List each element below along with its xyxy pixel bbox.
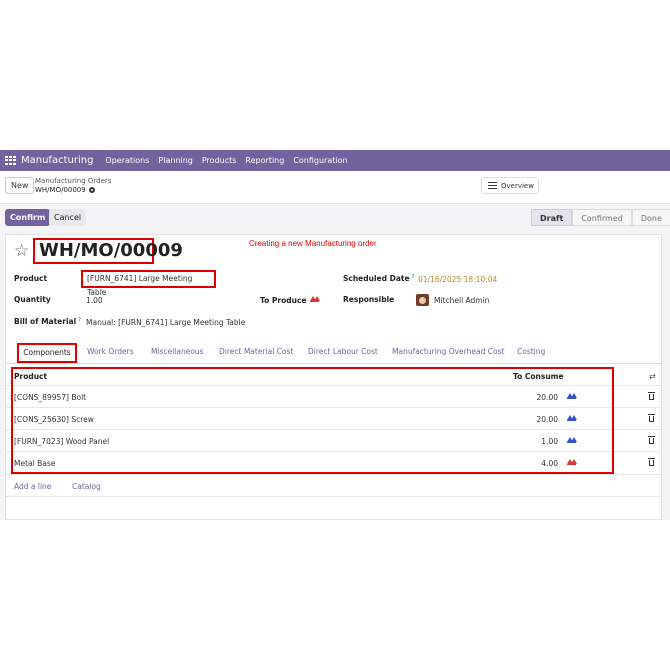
product-field[interactable]: [FURN_6741] Large Meeting Table — [81, 270, 216, 297]
stage-draft[interactable]: Draft — [531, 209, 573, 226]
tabs-divider — [6, 363, 661, 364]
status-bar: Draft Confirmed Done — [531, 209, 670, 226]
responsible-label: Responsible — [343, 295, 395, 304]
avatar — [416, 294, 429, 306]
bom-label: Bill of Material? — [14, 317, 81, 326]
annotation-text: Creating a new Manufacturing order — [249, 239, 377, 248]
menu-planning[interactable]: Planning — [158, 156, 192, 165]
bom-help-icon[interactable]: ? — [78, 317, 81, 323]
cancel-button[interactable]: Cancel — [49, 209, 87, 226]
tab-costing[interactable]: Costing — [517, 347, 545, 356]
bom-field[interactable]: Manual: [FURN_6741] Large Meeting Table — [86, 318, 245, 327]
app-brand[interactable]: Manufacturing — [21, 155, 93, 166]
tab-work-orders[interactable]: Work Orders — [87, 347, 134, 356]
components-table-highlight — [11, 367, 614, 474]
row-3-trash-icon[interactable] — [648, 436, 655, 444]
tab-direct-labour-cost[interactable]: Direct Labour Cost — [308, 347, 378, 356]
confirm-button[interactable]: Confirm — [5, 209, 51, 226]
overview-button[interactable]: Overview — [481, 177, 539, 194]
add-line-link[interactable]: Add a line — [14, 482, 51, 491]
row-divider — [6, 474, 661, 475]
row-1-trash-icon[interactable] — [648, 392, 655, 400]
apps-grid-icon[interactable] — [5, 156, 16, 165]
record-name: WH/MO/00009 — [33, 238, 183, 264]
notebook-tabs: Components Work Orders Miscellaneous Dir… — [6, 343, 661, 363]
top-navbar: Manufacturing Operations Planning Produc… — [0, 150, 670, 171]
overview-label: Overview — [501, 181, 534, 190]
product-label: Product — [14, 274, 48, 283]
menu-products[interactable]: Products — [202, 156, 237, 165]
menu-configuration[interactable]: Configuration — [293, 156, 347, 165]
scheduled-date-field[interactable]: 01/16/2025 18:10:04 — [418, 275, 497, 284]
row-2-trash-icon[interactable] — [648, 414, 655, 422]
list-icon — [488, 182, 497, 189]
gear-icon[interactable] — [88, 187, 95, 193]
tab-components[interactable]: Components — [17, 343, 77, 363]
table-footer-divider — [6, 496, 661, 497]
app-window: Manufacturing Operations Planning Produc… — [0, 150, 670, 520]
scheduled-help-icon[interactable]: ? — [412, 274, 415, 280]
breadcrumb-parent[interactable]: Manufacturing Orders — [35, 177, 111, 185]
menu-reporting[interactable]: Reporting — [245, 156, 284, 165]
quantity-label: Quantity — [14, 295, 51, 304]
to-produce-label: To Produce — [260, 296, 307, 305]
quantity-field[interactable]: 1.00 — [86, 296, 103, 305]
form-sheet: ☆ WH/MO/00009 Creating a new Manufacturi… — [5, 234, 662, 520]
star-icon[interactable]: ☆ — [14, 243, 29, 260]
to-produce-forecast-icon[interactable] — [310, 296, 320, 302]
optional-columns-icon[interactable]: ⇄ — [649, 372, 656, 381]
scheduled-date-label-text: Scheduled Date — [343, 274, 410, 283]
bom-label-text: Bill of Material — [14, 317, 77, 326]
row-4-trash-icon[interactable] — [648, 458, 655, 466]
nav-menu: Operations Planning Products Reporting C… — [105, 156, 356, 165]
catalog-link[interactable]: Catalog — [72, 482, 101, 491]
breadcrumb-current: WH/MO/00009 — [35, 186, 95, 194]
stage-confirmed[interactable]: Confirmed — [572, 209, 632, 226]
menu-operations[interactable]: Operations — [105, 156, 149, 165]
stage-done[interactable]: Done — [631, 209, 670, 226]
breadcrumb-current-label: WH/MO/00009 — [35, 186, 86, 194]
control-panel: New Manufacturing Orders WH/MO/00009 Ove… — [0, 171, 670, 204]
tab-manufacturing-overhead-cost[interactable]: Manufacturing Overhead Cost — [392, 347, 504, 356]
tab-miscellaneous[interactable]: Miscellaneous — [151, 347, 204, 356]
tab-direct-material-cost[interactable]: Direct Material Cost — [219, 347, 293, 356]
scheduled-date-label: Scheduled Date? — [343, 274, 414, 283]
responsible-field[interactable]: Mitchell Admin — [434, 296, 489, 305]
new-button[interactable]: New — [5, 177, 35, 194]
